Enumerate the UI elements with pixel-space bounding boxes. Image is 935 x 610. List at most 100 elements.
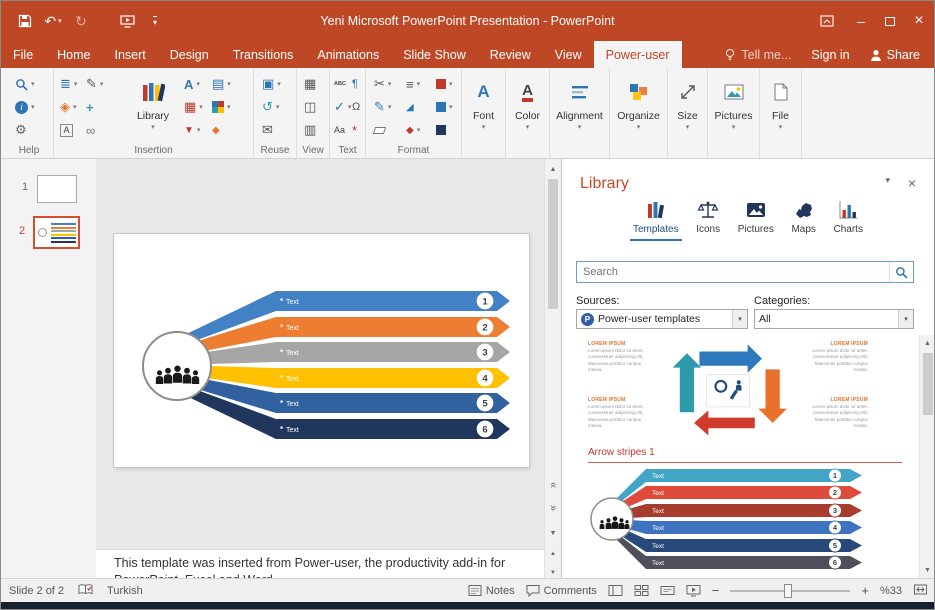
categories-dropdown[interactable]: All ▾ [754, 309, 914, 329]
insert-textbox-button[interactable]: A [60, 121, 77, 139]
maximize-button[interactable] [875, 1, 905, 41]
library-scrollbar[interactable]: ▲ ▼ [919, 335, 935, 578]
spelling-button[interactable]: ABC [334, 75, 351, 93]
redo-button[interactable]: ↻ [67, 1, 95, 41]
funnel-button[interactable]: ▼▾ [184, 121, 203, 139]
panel-view-button[interactable]: ▥ [304, 121, 316, 139]
insert-list-button[interactable]: ≣▾ [60, 75, 77, 93]
minimize-button[interactable]: – [846, 1, 876, 41]
library-search-button[interactable] [889, 262, 913, 282]
alignment-menu-button[interactable]: Alignment▾ [550, 68, 610, 158]
sources-dropdown[interactable]: P Power-user templates ▾ [576, 309, 748, 329]
about-button[interactable]: i▾ [15, 98, 35, 116]
share-button[interactable]: Share [870, 48, 920, 62]
comments-toggle-button[interactable]: Comments [526, 584, 597, 597]
arrow-stripes-diagram[interactable]: Text 1 Text 2 Text [114, 234, 529, 467]
notes-text[interactable]: This template was inserted from Power-us… [114, 555, 526, 578]
arrow-stripe-4[interactable]: Text 4 [276, 368, 510, 388]
footnote-button[interactable]: * [352, 121, 360, 139]
library-pane-menu-button[interactable]: ▾ [885, 175, 890, 186]
change-case-button[interactable]: Aa [334, 121, 351, 139]
tab-slide-show[interactable]: Slide Show [391, 41, 478, 68]
library-tab-templates[interactable]: Templates [630, 197, 682, 241]
notes-scroll-down-icon[interactable]: ▼ [550, 570, 556, 576]
edit-shape-button[interactable]: ✎▾ [86, 75, 103, 93]
start-slideshow-button[interactable] [113, 1, 141, 41]
ribbon-display-options-button[interactable] [812, 1, 842, 41]
color-menu-button[interactable]: A Color▾ [506, 68, 550, 158]
font-menu-button[interactable]: A Font▾ [462, 68, 506, 158]
pictures-menu-button[interactable]: Pictures▾ [708, 68, 760, 158]
library-search-input[interactable] [577, 266, 889, 278]
navy-swatch-button[interactable] [436, 121, 453, 139]
organize-menu-button[interactable]: Organize▾ [610, 68, 668, 158]
tab-transitions[interactable]: Transitions [221, 41, 306, 68]
tab-insert[interactable]: Insert [103, 41, 158, 68]
agenda-button[interactable]: A▾ [184, 75, 203, 93]
slide-sorter-view-button[interactable] [634, 584, 649, 597]
insert-table-button[interactable]: ▤▾ [212, 75, 231, 93]
search-button[interactable]: ▾ [15, 75, 35, 93]
next-slide-button[interactable]: » [545, 500, 561, 516]
arrow-stripe-2[interactable]: Text 2 [276, 317, 510, 337]
library-tab-charts[interactable]: Charts [831, 197, 866, 241]
insert-shapes-button[interactable]: ◈▾ [60, 98, 77, 116]
arrow-stripe-1[interactable]: Text 1 [276, 291, 510, 311]
scrollbar-thumb[interactable] [548, 179, 558, 309]
library-scroll-down-button[interactable]: ▼ [920, 562, 935, 578]
zoom-slider[interactable] [730, 584, 850, 598]
slide-scrollbar[interactable]: ▲ « » ▼ [544, 159, 561, 549]
blue-swatch-button[interactable]: ▾ [436, 98, 453, 116]
matrix-button[interactable]: ▦▾ [184, 98, 203, 116]
library-scrollbar-thumb[interactable] [923, 353, 933, 415]
zoom-in-button[interactable]: + [861, 583, 869, 598]
normal-view-button[interactable] [608, 584, 623, 597]
tab-animations[interactable]: Animations [305, 41, 391, 68]
color-scheme-button[interactable]: ▾ [212, 98, 231, 116]
zoom-level-button[interactable]: %33 [880, 585, 902, 597]
copy-format-button[interactable]: ▣▾ [262, 75, 281, 93]
slide-2-canvas[interactable]: Text 1 Text 2 Text [114, 234, 529, 467]
sources-dropdown-arrow-icon[interactable]: ▾ [732, 310, 747, 328]
tell-me-box[interactable]: Tell me... [724, 48, 791, 62]
eraser-button[interactable] [374, 121, 391, 139]
tab-home[interactable]: Home [45, 41, 102, 68]
library-tab-icons[interactable]: Icons [693, 197, 723, 241]
customize-quick-access-button[interactable]: ▾ [141, 1, 169, 41]
thumbnail-slide-2[interactable] [33, 216, 80, 249]
notes-scrollbar[interactable]: ▲ ▼ [544, 549, 561, 578]
template-preview-arrow-stripes[interactable]: Text 1 Text 2 Text 3 [588, 467, 888, 572]
gridlines-button[interactable]: ▦ [304, 75, 316, 93]
library-tab-pictures[interactable]: Pictures [735, 197, 777, 241]
library-scroll-up-button[interactable]: ▲ [920, 335, 935, 351]
align-text-button[interactable]: ≡▾ [406, 75, 420, 93]
cut-button[interactable]: ✂▾ [374, 75, 391, 93]
split-view-button[interactable]: ◫ [304, 98, 316, 116]
thumbnail-slide-1[interactable] [37, 175, 77, 203]
tab-design[interactable]: Design [158, 41, 221, 68]
tab-review[interactable]: Review [478, 41, 543, 68]
scroll-up-button[interactable]: ▲ [545, 161, 561, 177]
settings-button[interactable]: ⚙ [15, 121, 35, 139]
undo-button[interactable]: ↶▾ [39, 1, 67, 41]
notes-toggle-button[interactable]: Notes [468, 584, 515, 597]
arrow-stripe-6[interactable]: Text 6 [276, 419, 510, 439]
proofing-status-button[interactable] [78, 583, 93, 599]
close-button[interactable]: × [904, 1, 934, 41]
categories-dropdown-arrow-icon[interactable]: ▾ [898, 310, 913, 328]
add-object-button[interactable]: + [86, 98, 103, 116]
swatch-menu-button[interactable]: ◆▾ [406, 121, 420, 139]
tab-view[interactable]: View [543, 41, 594, 68]
library-tab-maps[interactable]: Maps [788, 197, 818, 241]
symbol-button[interactable]: Ω [352, 98, 360, 116]
fit-slide-button[interactable] [913, 583, 928, 599]
tab-file[interactable]: File [1, 41, 45, 68]
reuse-slides-button[interactable]: ↺▾ [262, 98, 281, 116]
notes-pane[interactable]: This template was inserted from Power-us… [96, 549, 544, 578]
library-pane-close-button[interactable]: × [908, 175, 916, 191]
size-menu-button[interactable]: Size▾ [668, 68, 708, 158]
slide-workspace[interactable]: Text 1 Text 2 Text [96, 159, 544, 549]
template-preview-cycle[interactable] [650, 339, 806, 439]
tab-power-user[interactable]: Power-user [594, 41, 682, 68]
undo-dropdown-icon[interactable]: ▾ [58, 17, 62, 25]
